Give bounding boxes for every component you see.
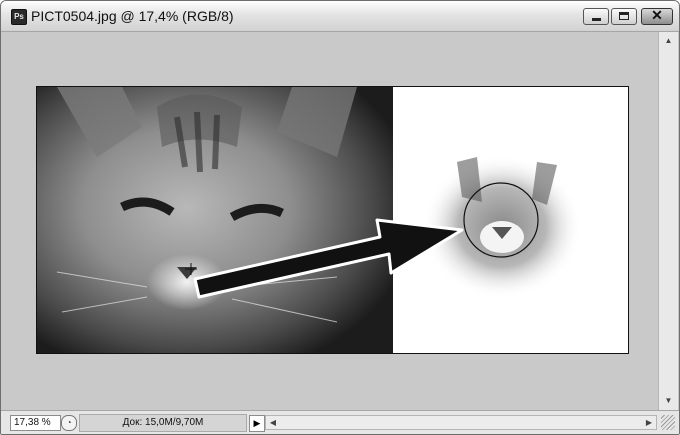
- maximize-button[interactable]: [611, 8, 637, 25]
- canvas-area[interactable]: [1, 32, 658, 410]
- status-info-icon[interactable]: ◔: [61, 415, 77, 431]
- zoom-field[interactable]: 17,38 %: [10, 415, 61, 431]
- cloned-area: [393, 87, 628, 353]
- document-image[interactable]: [36, 86, 629, 354]
- maximize-icon: [619, 12, 629, 20]
- scroll-left-icon[interactable]: ◀: [267, 416, 279, 429]
- resize-grip[interactable]: [661, 415, 675, 430]
- status-menu-arrow-icon[interactable]: ▶: [249, 415, 265, 432]
- vertical-scrollbar[interactable]: ▲ ▼: [658, 32, 678, 410]
- scroll-up-icon[interactable]: ▲: [659, 34, 678, 48]
- close-button[interactable]: ✕: [641, 7, 673, 25]
- cat-photo: [37, 87, 393, 353]
- photoshop-icon: Ps: [11, 9, 27, 25]
- document-size-info: Док: 15,0M/9,70M: [79, 414, 247, 432]
- image-content: [37, 87, 628, 353]
- status-bar: 17,38 % ◔ Док: 15,0M/9,70M ▶ ◀ ▶: [1, 410, 679, 434]
- scroll-down-icon[interactable]: ▼: [659, 394, 678, 408]
- close-icon: ✕: [651, 7, 663, 23]
- scroll-right-icon[interactable]: ▶: [643, 416, 655, 429]
- window-title: PICT0504.jpg @ 17,4% (RGB/8): [31, 8, 234, 24]
- document-window: Ps PICT0504.jpg @ 17,4% (RGB/8) ✕ ▲ ▼ 17…: [0, 0, 680, 435]
- minimize-button[interactable]: [583, 8, 609, 25]
- minimize-icon: [592, 18, 601, 21]
- horizontal-scrollbar[interactable]: ◀ ▶: [265, 415, 657, 430]
- title-bar[interactable]: Ps PICT0504.jpg @ 17,4% (RGB/8) ✕: [1, 1, 679, 32]
